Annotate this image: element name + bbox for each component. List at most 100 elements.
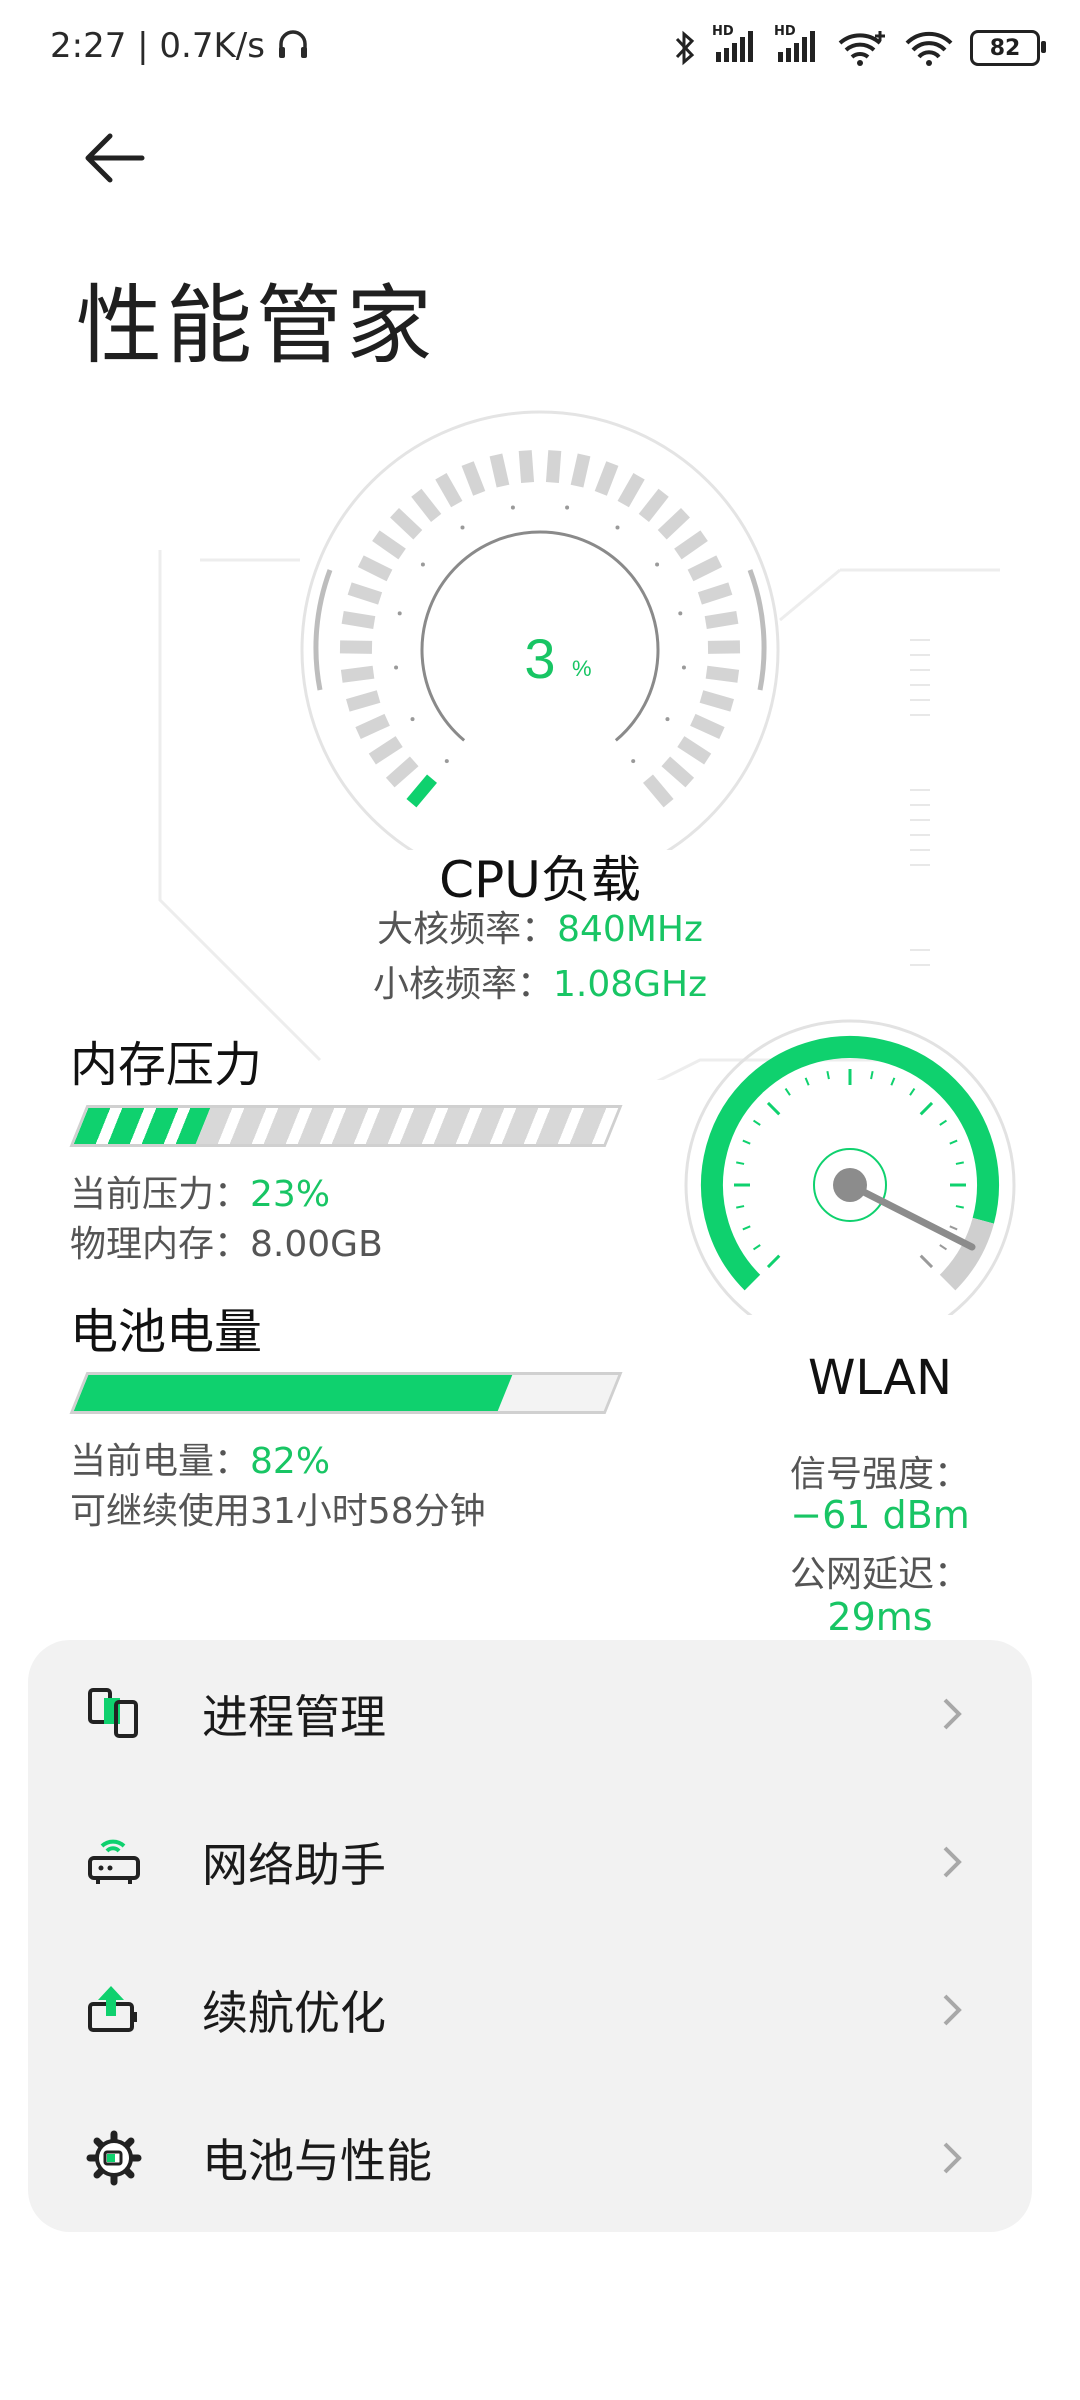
signal-strength-label: 信号强度： — [789, 1454, 970, 1495]
small-core-frequency: 小核频率：1.08GHz — [0, 955, 1080, 1007]
cpu-segment — [570, 453, 591, 488]
gear-battery-icon — [74, 2118, 154, 2198]
battery-bar-fill — [73, 1375, 513, 1411]
menu-item-label: 电池与性能 — [202, 2134, 432, 2188]
cpu-segment — [687, 555, 723, 582]
cpu-gauge: 3 % — [300, 410, 780, 850]
cpu-gauge-dot — [420, 562, 425, 567]
cpu-segment — [677, 736, 712, 765]
physical-memory: 物理内存：8.00GB — [70, 1215, 383, 1267]
cpu-gauge-dot — [665, 717, 670, 722]
cpu-gauge-dot — [615, 525, 620, 530]
wifi-plus-icon — [838, 31, 885, 66]
big-core-label: 大核频率： — [377, 909, 558, 950]
cpu-segment — [357, 555, 393, 582]
cpu-segment — [347, 582, 383, 605]
cpu-segment — [461, 461, 486, 496]
cpu-segment — [435, 473, 463, 508]
cpu-segment — [674, 530, 708, 560]
cpu-segment — [518, 450, 535, 483]
menu-item-network-assistant[interactable]: 网络助手 — [28, 1788, 1032, 1936]
wlan-gauge-tick — [955, 1205, 964, 1209]
memory-pressure-bar — [69, 1105, 623, 1147]
cpu-segment — [346, 690, 381, 712]
hd-label: HD — [774, 24, 796, 39]
cpu-segment — [385, 756, 419, 788]
physical-memory-value: 8.00GB — [250, 1224, 383, 1265]
cpu-gauge-dot — [565, 505, 570, 510]
chevron-right-icon — [922, 1832, 982, 1892]
battery-icon: 82 — [970, 30, 1046, 66]
cpu-load-unit: % — [572, 656, 592, 681]
wlan-title: WLAN — [807, 1350, 953, 1406]
menu-item-process-management[interactable]: 进程管理 — [28, 1640, 1032, 1788]
wlan-gauge-tick — [752, 1119, 761, 1126]
chevron-right-icon — [922, 1684, 982, 1744]
battery-level-text: 82 — [989, 35, 1021, 61]
wlan-gauge-tick — [939, 1244, 948, 1251]
wlan-gauge-tick — [742, 1225, 751, 1231]
cpu-segment — [617, 473, 645, 508]
signal-icon: HD — [774, 24, 820, 68]
cpu-segment — [705, 665, 740, 683]
wlan-gauge-tick — [766, 1101, 781, 1116]
cpu-segment — [594, 461, 619, 496]
cpu-gauge-dot — [460, 525, 465, 530]
cpu-segment — [704, 610, 739, 629]
menu-item-battery-performance[interactable]: 电池与性能 — [28, 2084, 1032, 2232]
wifi-icon — [905, 31, 953, 66]
cpu-gauge-dot — [444, 759, 449, 764]
cpu-segment — [489, 453, 510, 488]
pressure-label: 当前压力： — [70, 1174, 251, 1215]
wlan-gauge-tick — [784, 1087, 791, 1096]
menu-item-label: 进程管理 — [202, 1690, 386, 1744]
pressure-value: 23% — [250, 1174, 331, 1215]
wlan-gauge-tick — [752, 1244, 761, 1251]
memory-bar-remaining — [195, 1108, 619, 1144]
cpu-segment — [411, 488, 442, 522]
wlan-gauge-tick — [766, 1254, 781, 1269]
wlan-gauge-tick — [919, 1101, 934, 1116]
cpu-segment — [368, 736, 403, 765]
cpu-segment — [643, 774, 674, 808]
battery-title: 电池电量 — [70, 1304, 263, 1360]
latency-value: 29ms — [827, 1595, 933, 1639]
wlan-gauge-tick — [919, 1254, 934, 1269]
memory-title: 内存压力 — [70, 1037, 263, 1093]
wlan-gauge — [684, 1019, 1016, 1315]
cpu-segment — [340, 665, 375, 683]
cpu-gauge-dot — [678, 611, 683, 616]
big-core-value: 840MHz — [557, 909, 703, 950]
back-arrow-icon[interactable] — [80, 128, 150, 188]
menu-item-battery-optimization[interactable]: 续航优化 — [28, 1936, 1032, 2084]
cpu-segment — [390, 508, 423, 540]
page-title: 性能管家 — [76, 276, 436, 376]
big-core-frequency: 大核频率：840MHz — [0, 900, 1080, 952]
wlan-gauge-tick — [826, 1071, 830, 1080]
wlan-gauge-tick — [890, 1077, 896, 1086]
physical-memory-label: 物理内存： — [70, 1224, 251, 1265]
wlan-gauge-tick — [870, 1071, 874, 1080]
cpu-segment — [707, 640, 741, 654]
cpu-segment — [545, 450, 562, 483]
wlan-gauge-tick — [736, 1205, 745, 1209]
cpu-segment — [661, 756, 695, 788]
signal-strength-value: −61 dBm — [790, 1493, 970, 1537]
battery-level-value: 82% — [250, 1441, 331, 1482]
wlan-gauge-tick — [804, 1077, 810, 1086]
wlan-gauge-tick — [955, 1161, 964, 1165]
memory-pressure: 当前压力：23% — [70, 1165, 330, 1217]
latency-label: 公网延迟： — [789, 1554, 970, 1595]
headphones-icon — [278, 30, 307, 58]
cpu-gauge-dot — [397, 611, 402, 616]
cpu-gauge-dot — [510, 505, 515, 510]
status-icons: HD HD 82 — [674, 22, 1046, 74]
battery-level-bar — [69, 1372, 623, 1414]
cpu-segment — [657, 508, 690, 540]
cpu-gauge-dot — [631, 759, 636, 764]
cpu-segment — [699, 690, 734, 712]
battery-remaining-time: 可继续使用31小时58分钟 — [70, 1491, 486, 1532]
cpu-segment — [341, 610, 376, 629]
status-time-speed: 2:27 | 0.7K/s — [50, 26, 310, 66]
hd-label: HD — [712, 24, 734, 39]
